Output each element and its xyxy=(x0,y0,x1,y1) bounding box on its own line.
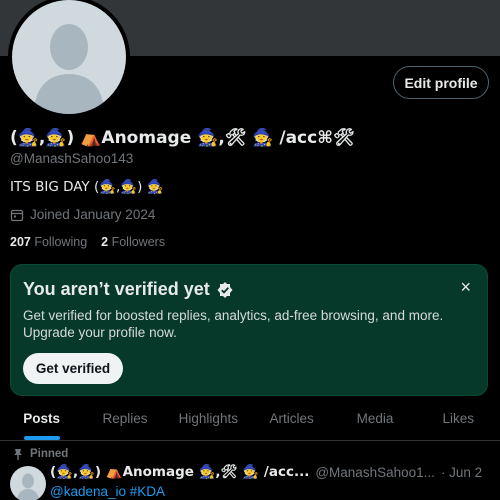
verify-card: You aren’t verified yet × Get verified f… xyxy=(10,264,488,396)
profile-name: (🧙,🧙) ⛺Anomage 🧙,🛠 🧙 /acc⌘🛠 xyxy=(10,128,355,148)
default-avatar-icon xyxy=(17,473,39,500)
avatar[interactable] xyxy=(12,0,126,114)
joined-date: Joined January 2024 xyxy=(10,207,155,222)
followers-label: Followers xyxy=(111,235,166,249)
close-icon[interactable]: × xyxy=(460,277,471,298)
pinned-indicator: Pinned xyxy=(14,448,69,460)
tab-articles[interactable]: Articles xyxy=(250,397,333,440)
following-label: Following xyxy=(34,235,88,249)
followers-link[interactable]: 2 Followers xyxy=(101,235,165,249)
get-verified-button[interactable]: Get verified xyxy=(23,353,123,384)
tab-posts[interactable]: Posts xyxy=(0,397,83,440)
following-link[interactable]: 207 Following xyxy=(10,235,87,249)
pin-icon xyxy=(14,449,22,460)
post-author-handle[interactable]: @ManashSahoo1... xyxy=(315,465,435,480)
tab-replies[interactable]: Replies xyxy=(83,397,166,440)
pinned-label: Pinned xyxy=(30,448,69,460)
profile-handle: @ManashSahoo143 xyxy=(10,151,134,166)
post-author-name[interactable]: (🧙,🧙) ⛺Anomage 🧙,🛠 🧙 /acc... xyxy=(50,464,309,480)
verify-title-text: You aren’t verified yet xyxy=(23,279,210,299)
default-avatar-icon xyxy=(34,24,104,114)
calendar-icon xyxy=(10,209,24,221)
post-header: (🧙,🧙) ⛺Anomage 🧙,🛠 🧙 /acc... @ManashSaho… xyxy=(50,464,490,480)
following-count: 207 xyxy=(10,235,31,249)
post-avatar[interactable] xyxy=(10,466,46,500)
edit-profile-button[interactable]: Edit profile xyxy=(393,66,489,99)
verified-badge-icon xyxy=(217,281,233,298)
follow-stats: 207 Following 2 Followers xyxy=(10,235,165,249)
verify-description: Get verified for boosted replies, analyt… xyxy=(23,308,444,340)
tab-media[interactable]: Media xyxy=(333,397,416,440)
profile-bio: ITS BIG DAY (🧙,🧙) 🧙 xyxy=(10,179,164,195)
tab-likes[interactable]: Likes xyxy=(417,397,500,440)
profile-tabs: Posts Replies Highlights Articles Media … xyxy=(0,397,500,441)
joined-text: Joined January 2024 xyxy=(30,207,156,222)
followers-count: 2 xyxy=(101,235,109,249)
post-date[interactable]: · Jun 2 xyxy=(441,465,482,480)
tab-highlights[interactable]: Highlights xyxy=(167,397,250,440)
post-text[interactable]: @kadena_io #KDA xyxy=(50,484,165,499)
verify-title: You aren’t verified yet xyxy=(23,279,234,300)
avatar-frame xyxy=(8,0,130,118)
